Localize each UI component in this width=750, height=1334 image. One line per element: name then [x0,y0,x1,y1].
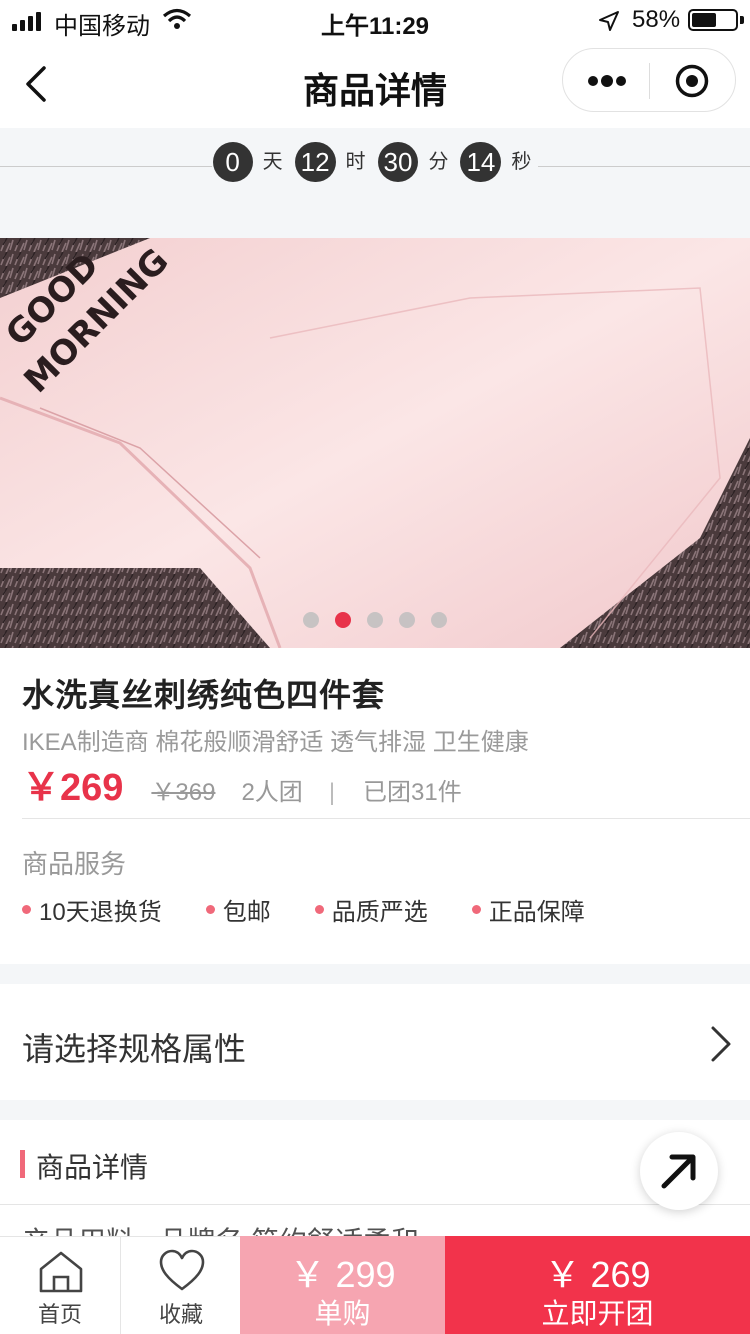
product-image-carousel[interactable]: GOOD MORNING [0,238,750,648]
carousel-dot[interactable] [399,612,415,628]
details-title: 商品详情 [36,1152,149,1183]
countdown-seconds-unit: 秒 [511,151,532,173]
heart-icon [159,1249,205,1291]
product-subtitle: IKEA制造商 棉花般顺滑舒适 透气排湿 卫生健康 [22,729,529,756]
capsule-divider [649,63,650,99]
battery-icon [688,9,738,31]
service-item-label: 10天退换货 [39,899,162,926]
service-item-label: 品质严选 [331,899,428,926]
carousel-dot[interactable] [431,612,447,628]
service-bullet-icon [314,905,324,914]
arrow-up-right-icon [661,1154,696,1189]
details-accent-bar [20,1150,25,1178]
service-bullet-icon [471,905,481,914]
nav-bar: 商品详情 [0,40,750,128]
home-icon [39,1251,83,1293]
home-button[interactable]: 首页 [0,1237,120,1334]
group-price: ￥269 [22,767,124,809]
close-target-icon[interactable] [675,64,709,98]
product-info: 水洗真丝刺绣纯色四件套 IKEA制造商 棉花般顺滑舒适 透气排湿 卫生健康 ￥2… [0,648,750,964]
service-item: 正品保障 [471,892,585,927]
service-item: 品质严选 [314,892,428,927]
battery-level-fill [692,13,716,27]
product-photo-pillow: GOOD MORNING [0,238,750,648]
home-label: 首页 [37,1302,82,1327]
carousel-dot[interactable] [303,612,319,628]
countdown-days-unit: 天 [262,151,283,173]
price-separator: | [328,779,336,806]
more-dots-icon[interactable] [587,69,627,93]
details-divider [0,1204,750,1205]
start-group-button[interactable]: ￥ 269 立即开团 [445,1236,750,1334]
service-bullet-icon [22,905,31,914]
price-row: ￥269 ￥369 2人团 | 已团31件 [22,756,462,809]
carousel-dot[interactable] [335,612,351,628]
service-item: 10天退换货 [22,892,162,927]
service-title: 商品服务 [22,849,127,879]
countdown-seconds: 14 [460,142,502,182]
service-list: 10天退换货 包邮 品质严选 正品保障 [22,892,585,927]
service-item-label: 正品保障 [488,899,585,926]
service-item: 包邮 [205,892,271,927]
single-buy-label: 单购 [314,1298,371,1329]
start-group-price: ￥ 269 [544,1254,651,1295]
bottom-action-bar: 首页 收藏 ￥ 299 单购 ￥ 269 立即开团 [0,1236,750,1334]
chevron-right-icon [711,1026,731,1062]
carousel-indicators [0,612,750,628]
countdown-days: 0 [212,142,253,182]
spec-selector[interactable]: 请选择规格属性 [0,984,750,1100]
battery-tip [740,16,744,24]
countdown-timer: 0 天 12 时 30 分 14 秒 [0,142,750,182]
original-price: ￥369 [151,779,216,806]
mini-program-capsule [562,48,736,112]
product-title: 水洗真丝刺绣纯色四件套 [22,677,386,713]
single-buy-button[interactable]: ￥ 299 单购 [240,1236,445,1334]
spec-label: 请选择规格属性 [22,1031,247,1067]
battery-percent: 58% [632,6,681,33]
service-item-label: 包邮 [222,899,271,926]
countdown-minutes-unit: 分 [428,151,449,173]
service-bullet-icon [205,905,215,914]
location-arrow-icon [599,11,619,31]
status-bar: 中国移动 上午11:29 58% [0,0,750,40]
countdown: 0 天 12 时 30 分 14 秒 [0,128,750,238]
favorite-button[interactable]: 收藏 [120,1237,240,1334]
countdown-hours-unit: 时 [345,151,366,173]
countdown-hours: 12 [294,142,336,182]
info-divider [22,818,750,819]
group-size: 2人团 [241,779,303,806]
single-buy-price: ￥ 299 [289,1254,396,1295]
carousel-dot[interactable] [367,612,383,628]
group-sold-count: 已团31件 [363,779,462,806]
share-button[interactable] [640,1132,718,1210]
countdown-minutes: 30 [377,142,419,182]
favorite-label: 收藏 [158,1302,203,1327]
start-group-label: 立即开团 [541,1298,654,1329]
